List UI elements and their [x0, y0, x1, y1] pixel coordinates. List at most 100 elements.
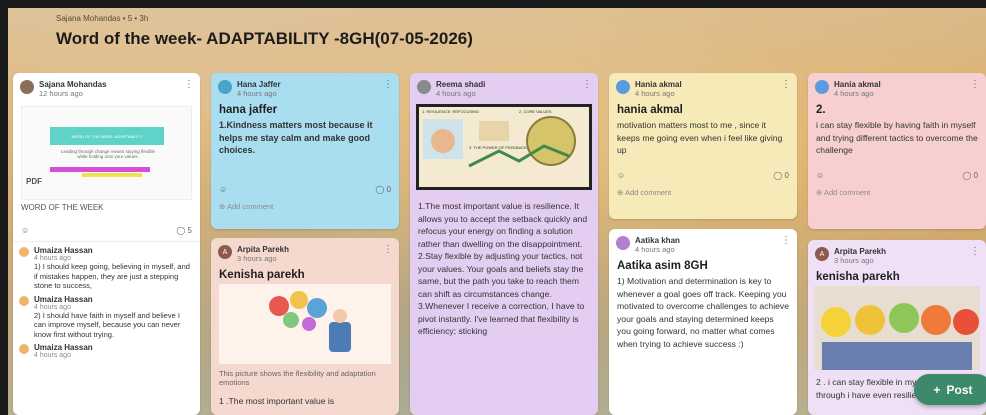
post-actions: ☺ ◯ 5 [21, 226, 192, 235]
post-body: 1.The most important value is resilience… [418, 201, 588, 336]
post-author: Aatika khan [635, 236, 680, 245]
more-options-icon[interactable]: ⋮ [383, 244, 393, 255]
commenter-name: Umaiza Hassan [34, 246, 93, 255]
attachment-highlight-2 [82, 173, 142, 177]
more-options-icon[interactable]: ⋮ [582, 79, 592, 90]
more-options-icon[interactable]: ⋮ [383, 79, 393, 90]
post-card-hana[interactable]: Hana Jaffer 4 hours ago ⋮ hana jaffer 1.… [211, 73, 399, 229]
reaction-icon[interactable]: ☺ [617, 171, 625, 180]
post-time: 3 hours ago [237, 254, 277, 263]
avatar [616, 236, 630, 250]
commenter-avatar [19, 295, 29, 306]
avatar [20, 80, 34, 94]
reaction-icon[interactable]: ☺ [816, 171, 824, 180]
post-time: 12 hours ago [39, 89, 83, 98]
post-card-arpita[interactable]: A Arpita Parekh 3 hours ago ⋮ Kenisha pa… [211, 238, 399, 415]
post-title: kenisha parekh [816, 271, 900, 283]
post-time: 4 hours ago [237, 89, 277, 98]
post-time: 4 hours ago [436, 89, 476, 98]
emotion-illustration [269, 291, 351, 352]
comment-time: 4 hours ago [34, 303, 71, 311]
avatar [616, 80, 630, 94]
post-image[interactable] [219, 284, 391, 364]
post-time: 3 hours ago [834, 256, 874, 265]
comment-count[interactable]: ◯ 0 [962, 171, 978, 180]
post-time: 4 hours ago [834, 89, 874, 98]
image-caption: This picture shows the flexibility and a… [219, 369, 376, 387]
padlet-board: Sajana Mohandas • 5 • 3h Word of the wee… [8, 8, 986, 415]
post-card-aatika[interactable]: Aatika khan 4 hours ago ⋮ Aatika asim 8G… [609, 229, 797, 415]
add-comment[interactable]: ⊕ Add comment [816, 188, 978, 197]
attachment-caption: WORD OF THE WEEK [21, 203, 104, 212]
comment-time: 4 hours ago [34, 352, 71, 359]
post-card-hania-2[interactable]: Hania akmal 4 hours ago ⋮ 2. i can stay … [808, 73, 986, 229]
comment-time: 4 hours ago [34, 255, 71, 262]
post-header: Sajana Mohandas 12 hours ago ⋮ [13, 73, 200, 98]
post-actions: ☺ ◯ 0 [816, 171, 978, 180]
plus-icon: + [933, 382, 941, 397]
post-title: 2. [816, 104, 826, 116]
commenter-avatar [19, 247, 29, 257]
more-options-icon[interactable]: ⋮ [970, 246, 980, 257]
post-time: 4 hours ago [635, 245, 675, 254]
comment-text: 1) I should keep going, believing in mys… [34, 262, 190, 290]
more-options-icon[interactable]: ⋮ [781, 79, 791, 90]
comment-text: 2) I should have faith in myself and bel… [34, 310, 181, 339]
commenter-name: Umaiza Hassan [34, 294, 93, 304]
add-comment[interactable]: ⊕ Add comment [617, 188, 789, 197]
board-header: Sajana Mohandas • 5 • 3h Word of the wee… [56, 14, 473, 49]
comment-item: Umaiza Hassan 4 hours ago [13, 339, 200, 359]
post-body: i can stay flexible by having faith in m… [816, 120, 978, 155]
post-image[interactable]: 1. RESILIENCE: REFOCUSING 2. CORE VALUES… [416, 104, 592, 190]
post-actions: ☺ ◯ 0 [617, 171, 789, 180]
avatar: A [815, 247, 829, 261]
avatar [218, 80, 232, 94]
emoji-faces-photo [814, 286, 980, 370]
post-body: 1) Motivation and determination is key t… [617, 276, 789, 349]
post-title: hana jaffer [219, 104, 278, 116]
comment-count[interactable]: ◯ 5 [176, 226, 192, 235]
add-comment[interactable]: ⊕ Add comment [219, 202, 391, 211]
post-title: hania akmal [617, 104, 683, 116]
more-options-icon[interactable]: ⋮ [781, 235, 791, 246]
avatar [815, 80, 829, 94]
post-body: motivation matters most to me , since it… [617, 120, 783, 155]
post-card-sajana[interactable]: Sajana Mohandas 12 hours ago ⋮ WORD OF T… [13, 73, 200, 415]
more-options-icon[interactable]: ⋮ [184, 79, 194, 90]
attachment-banner: WORD OF THE WEEK: ADAPTABILITY [50, 127, 164, 145]
post-card-hania-1[interactable]: Hania akmal 4 hours ago ⋮ hania akmal mo… [609, 73, 797, 219]
post-button-label: Post [946, 382, 973, 397]
reaction-icon[interactable]: ☺ [21, 226, 29, 235]
post-author: Hania akmal [635, 80, 682, 89]
post-title: Kenisha parekh [219, 269, 305, 281]
pdf-attachment[interactable]: WORD OF THE WEEK: ADAPTABILITY Leading t… [21, 106, 192, 200]
post-title: Aatika asim 8GH [617, 260, 708, 272]
post-body: 1 .The most important value is [219, 396, 335, 406]
attachment-highlight [50, 167, 150, 172]
post-author: Arpita Parekh [237, 245, 290, 254]
commenter-name: Umaiza Hassan [34, 343, 93, 352]
post-time: 4 hours ago [635, 89, 675, 98]
post-author: Reema shadi [436, 80, 486, 89]
comment-item: Umaiza Hassan 4 hours ago 2) I should ha… [13, 291, 200, 340]
post-image[interactable] [814, 286, 980, 370]
comment-item: Umaiza Hassan 4 hours ago 1) I should ke… [13, 242, 200, 291]
post-author: Hana Jaffer [237, 80, 281, 89]
commenter-avatar [19, 344, 29, 354]
comment-count[interactable]: ◯ 0 [375, 185, 391, 194]
post-actions: ☺ ◯ 0 [219, 185, 391, 194]
post-author: Hania akmal [834, 80, 881, 89]
post-body: 1.Kindness matters most because it helps… [219, 120, 373, 155]
board-meta: Sajana Mohandas • 5 • 3h [56, 14, 149, 23]
board-title: Word of the week- ADAPTABILITY -8GH(07-0… [56, 29, 473, 48]
pdf-label: PDF [26, 177, 42, 186]
reaction-icon[interactable]: ☺ [219, 185, 227, 194]
post-card-reema[interactable]: Reema shadi 4 hours ago ⋮ 1. RESILIENCE:… [410, 73, 598, 415]
post-button[interactable]: + Post [914, 374, 986, 405]
avatar [417, 80, 431, 94]
infographic-illustration [423, 116, 576, 168]
comment-count[interactable]: ◯ 0 [773, 171, 789, 180]
comment-list: Umaiza Hassan 4 hours ago 1) I should ke… [13, 241, 200, 359]
more-options-icon[interactable]: ⋮ [970, 79, 980, 90]
post-author: Sajana Mohandas [39, 80, 107, 89]
